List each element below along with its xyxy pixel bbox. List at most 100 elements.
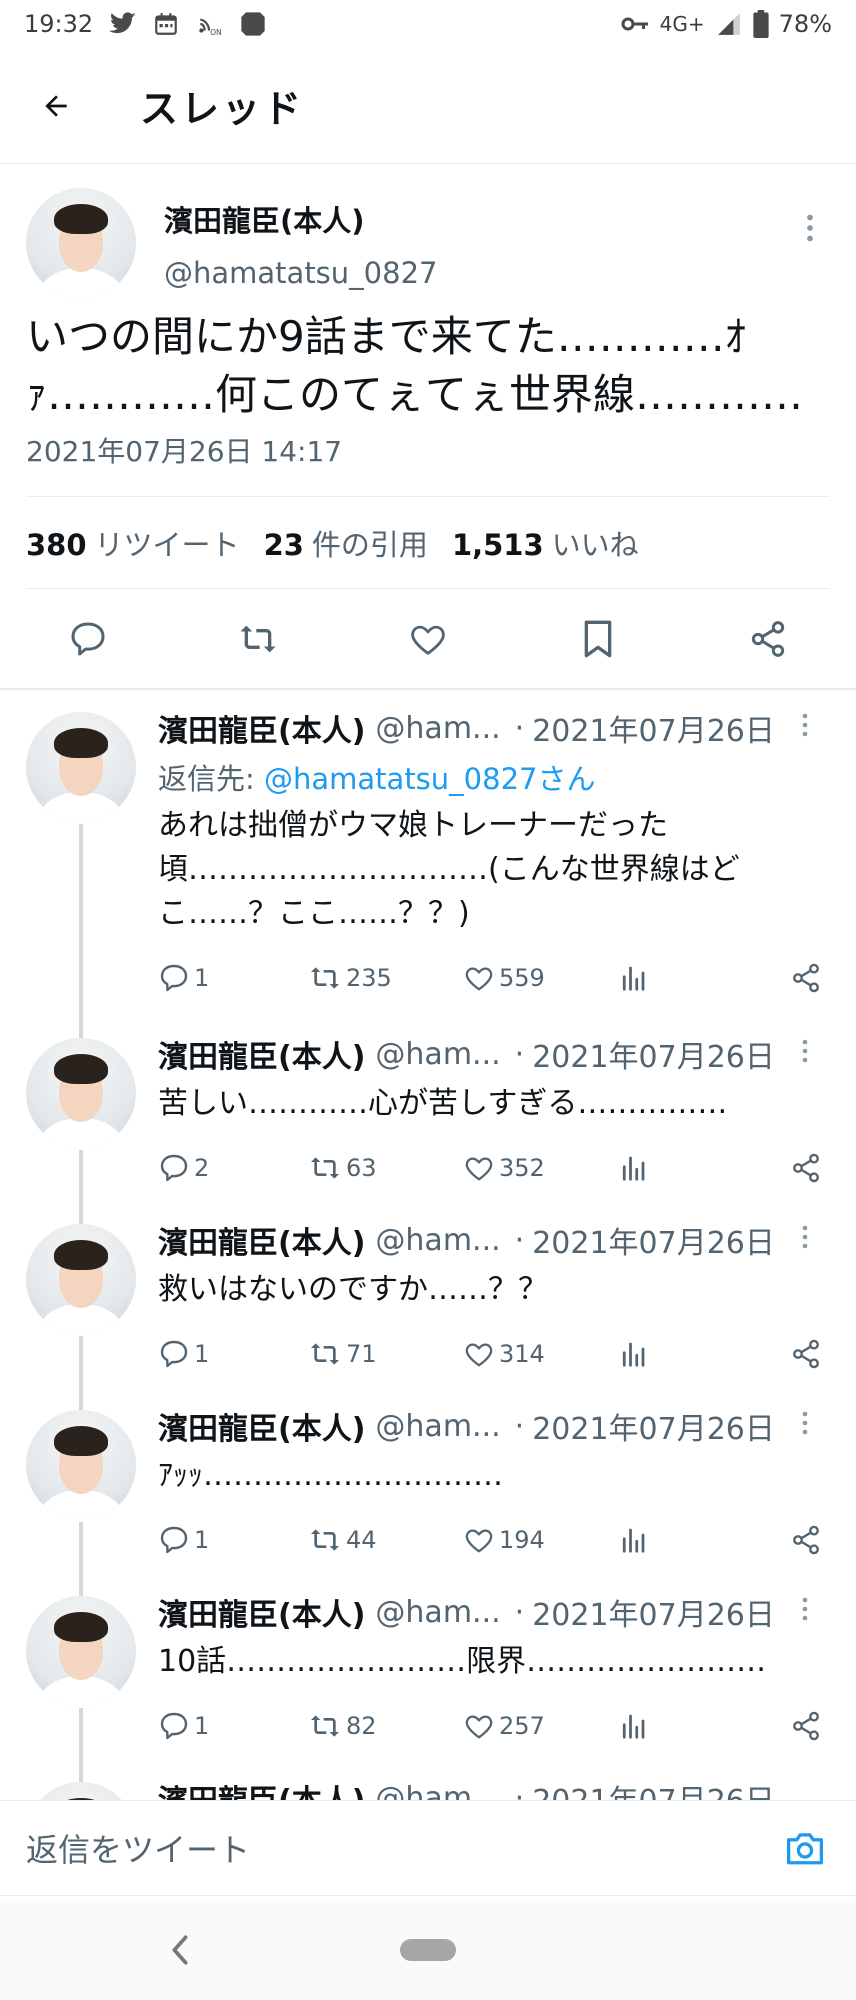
share-button[interactable] — [790, 1152, 826, 1184]
like-button[interactable]: 352 — [463, 1153, 618, 1183]
avatar[interactable] — [26, 1224, 136, 1334]
retweet-icon — [240, 625, 276, 653]
reply-display-name[interactable]: 濱田龍臣(本人) — [158, 1776, 365, 1800]
chevron-left-icon — [172, 1935, 188, 1965]
reply-button[interactable]: 1 — [158, 962, 308, 994]
reply-handle[interactable]: @ham... — [375, 1595, 500, 1630]
avatar[interactable] — [26, 1782, 136, 1800]
reply-tweet[interactable]: 濱田龍臣(本人) @ham... · 2021年07月26日 救いはないのですか… — [0, 1202, 856, 1388]
retweet-button[interactable]: 82 — [308, 1710, 463, 1742]
like-count: 257 — [499, 1712, 545, 1740]
analytics-icon — [622, 1342, 645, 1367]
reply-handle[interactable]: @ham... — [375, 1037, 500, 1072]
more-options-button[interactable] — [790, 1222, 820, 1252]
author-display-name[interactable]: 濱田龍臣(本人) — [164, 198, 437, 240]
more-options-button[interactable] — [790, 1594, 820, 1624]
avatar[interactable] — [26, 1596, 136, 1706]
analytics-button[interactable] — [618, 1525, 768, 1555]
share-button[interactable] — [738, 609, 798, 669]
reply-button[interactable]: 1 — [158, 1710, 308, 1742]
likes-stat[interactable]: 1,513 いいね — [452, 522, 639, 564]
system-back-button[interactable] — [160, 1930, 200, 1970]
share-button[interactable] — [790, 1710, 826, 1742]
main-tweet: 濱田龍臣(本人) @hamatatsu_0827 いつの間にか9話まで来てた……… — [0, 164, 856, 689]
reply-date[interactable]: 2021年07月26日 — [532, 1590, 775, 1634]
camera-button[interactable] — [780, 1823, 830, 1873]
reply-handle[interactable]: @ham... — [375, 1781, 500, 1801]
reply-display-name[interactable]: 濱田龍臣(本人) — [158, 1032, 365, 1076]
more-vertical-icon — [807, 214, 813, 242]
reply-compose-input[interactable]: 返信をツイート — [26, 1825, 250, 1871]
reply-tweet[interactable]: 濱田龍臣(本人) @ham... · 2021年07月26日 10話………………… — [0, 1574, 856, 1760]
reply-handle[interactable]: @ham... — [375, 1223, 500, 1258]
more-options-button[interactable] — [790, 208, 830, 248]
share-button[interactable] — [790, 962, 826, 994]
reply-button[interactable]: 2 — [158, 1152, 308, 1184]
like-button[interactable] — [398, 609, 458, 669]
more-options-button[interactable] — [790, 710, 820, 740]
retweet-button[interactable]: 44 — [308, 1524, 463, 1556]
share-button[interactable] — [790, 1524, 826, 1556]
share-icon — [751, 621, 785, 657]
analytics-button[interactable] — [618, 1711, 768, 1741]
reply-count: 1 — [194, 964, 210, 992]
analytics-button[interactable] — [618, 963, 768, 993]
reply-button[interactable] — [58, 609, 118, 669]
retweet-button[interactable]: 63 — [308, 1152, 463, 1184]
back-button[interactable] — [24, 74, 88, 138]
like-count: 559 — [499, 964, 545, 992]
vpn-key-icon — [620, 14, 650, 34]
tweet-actions — [26, 589, 830, 689]
more-options-button[interactable] — [790, 1036, 820, 1066]
reply-date[interactable]: 2021年07月26日 — [532, 1404, 775, 1448]
reply-display-name[interactable]: 濱田龍臣(本人) — [158, 1590, 365, 1634]
reply-date[interactable]: 2021年07月26日 — [532, 706, 775, 750]
reply-tweet[interactable]: 濱田龍臣(本人) @ham... · 2021年07月26日 苦しい…………心が… — [0, 1016, 856, 1202]
reply-actions: 1 71 314 — [158, 1334, 819, 1374]
reply-tweet[interactable]: 濱田龍臣(本人) @ham... · 2021年07月26日 返信先: @ham… — [0, 690, 856, 1016]
retweet-button[interactable]: 71 — [308, 1338, 463, 1370]
like-button[interactable]: 314 — [463, 1339, 618, 1369]
bookmark-button[interactable] — [568, 609, 628, 669]
retweet-button[interactable] — [228, 609, 288, 669]
replying-to-mention[interactable]: @hamatatsu_0827さん — [264, 762, 595, 796]
more-vertical-icon — [802, 1411, 808, 1435]
more-vertical-icon — [802, 1039, 808, 1063]
avatar[interactable] — [26, 1410, 136, 1520]
share-icon — [793, 1339, 819, 1369]
quotes-stat[interactable]: 23 件の引用 — [264, 522, 428, 564]
reply-date[interactable]: 2021年07月26日 — [532, 1776, 775, 1800]
more-options-button[interactable] — [790, 1408, 820, 1438]
analytics-button[interactable] — [618, 1339, 768, 1369]
separator-dot: · — [514, 1408, 525, 1444]
reply-handle[interactable]: @ham... — [375, 711, 500, 746]
share-button[interactable] — [790, 1338, 826, 1370]
reply-actions: 2 63 352 — [158, 1148, 819, 1188]
avatar[interactable] — [26, 188, 136, 298]
heart-icon — [465, 1715, 493, 1739]
reply-tweet[interactable]: 濱田龍臣(本人) @ham... · 2021年07月26日 ｱｯｯ………………… — [0, 1388, 856, 1574]
retweets-stat[interactable]: 380 リツイート — [26, 522, 240, 564]
like-button[interactable]: 559 — [463, 963, 618, 993]
reply-display-name[interactable]: 濱田龍臣(本人) — [158, 1218, 365, 1262]
reply-count: 2 — [194, 1154, 210, 1182]
like-button[interactable]: 257 — [463, 1711, 618, 1741]
page-title: スレッド — [140, 87, 305, 131]
author-handle[interactable]: @hamatatsu_0827 — [164, 256, 437, 290]
reply-button[interactable]: 1 — [158, 1524, 308, 1556]
reply-handle[interactable]: @ham... — [375, 1409, 500, 1444]
reply-compose-bar[interactable]: 返信をツイート — [0, 1800, 856, 1896]
reply-button[interactable]: 1 — [158, 1338, 308, 1370]
reply-tweet[interactable]: 濱田龍臣(本人) @ham... · 2021年07月26日 — [0, 1760, 856, 1800]
status-time: 19:32 — [24, 10, 94, 38]
reply-display-name[interactable]: 濱田龍臣(本人) — [158, 706, 365, 750]
avatar[interactable] — [26, 712, 136, 822]
system-home-pill[interactable] — [400, 1939, 456, 1961]
reply-date[interactable]: 2021年07月26日 — [532, 1032, 775, 1076]
reply-date[interactable]: 2021年07月26日 — [532, 1218, 775, 1262]
retweet-button[interactable]: 235 — [308, 962, 463, 994]
reply-display-name[interactable]: 濱田龍臣(本人) — [158, 1404, 365, 1448]
analytics-button[interactable] — [618, 1153, 768, 1183]
avatar[interactable] — [26, 1038, 136, 1148]
like-button[interactable]: 194 — [463, 1525, 618, 1555]
